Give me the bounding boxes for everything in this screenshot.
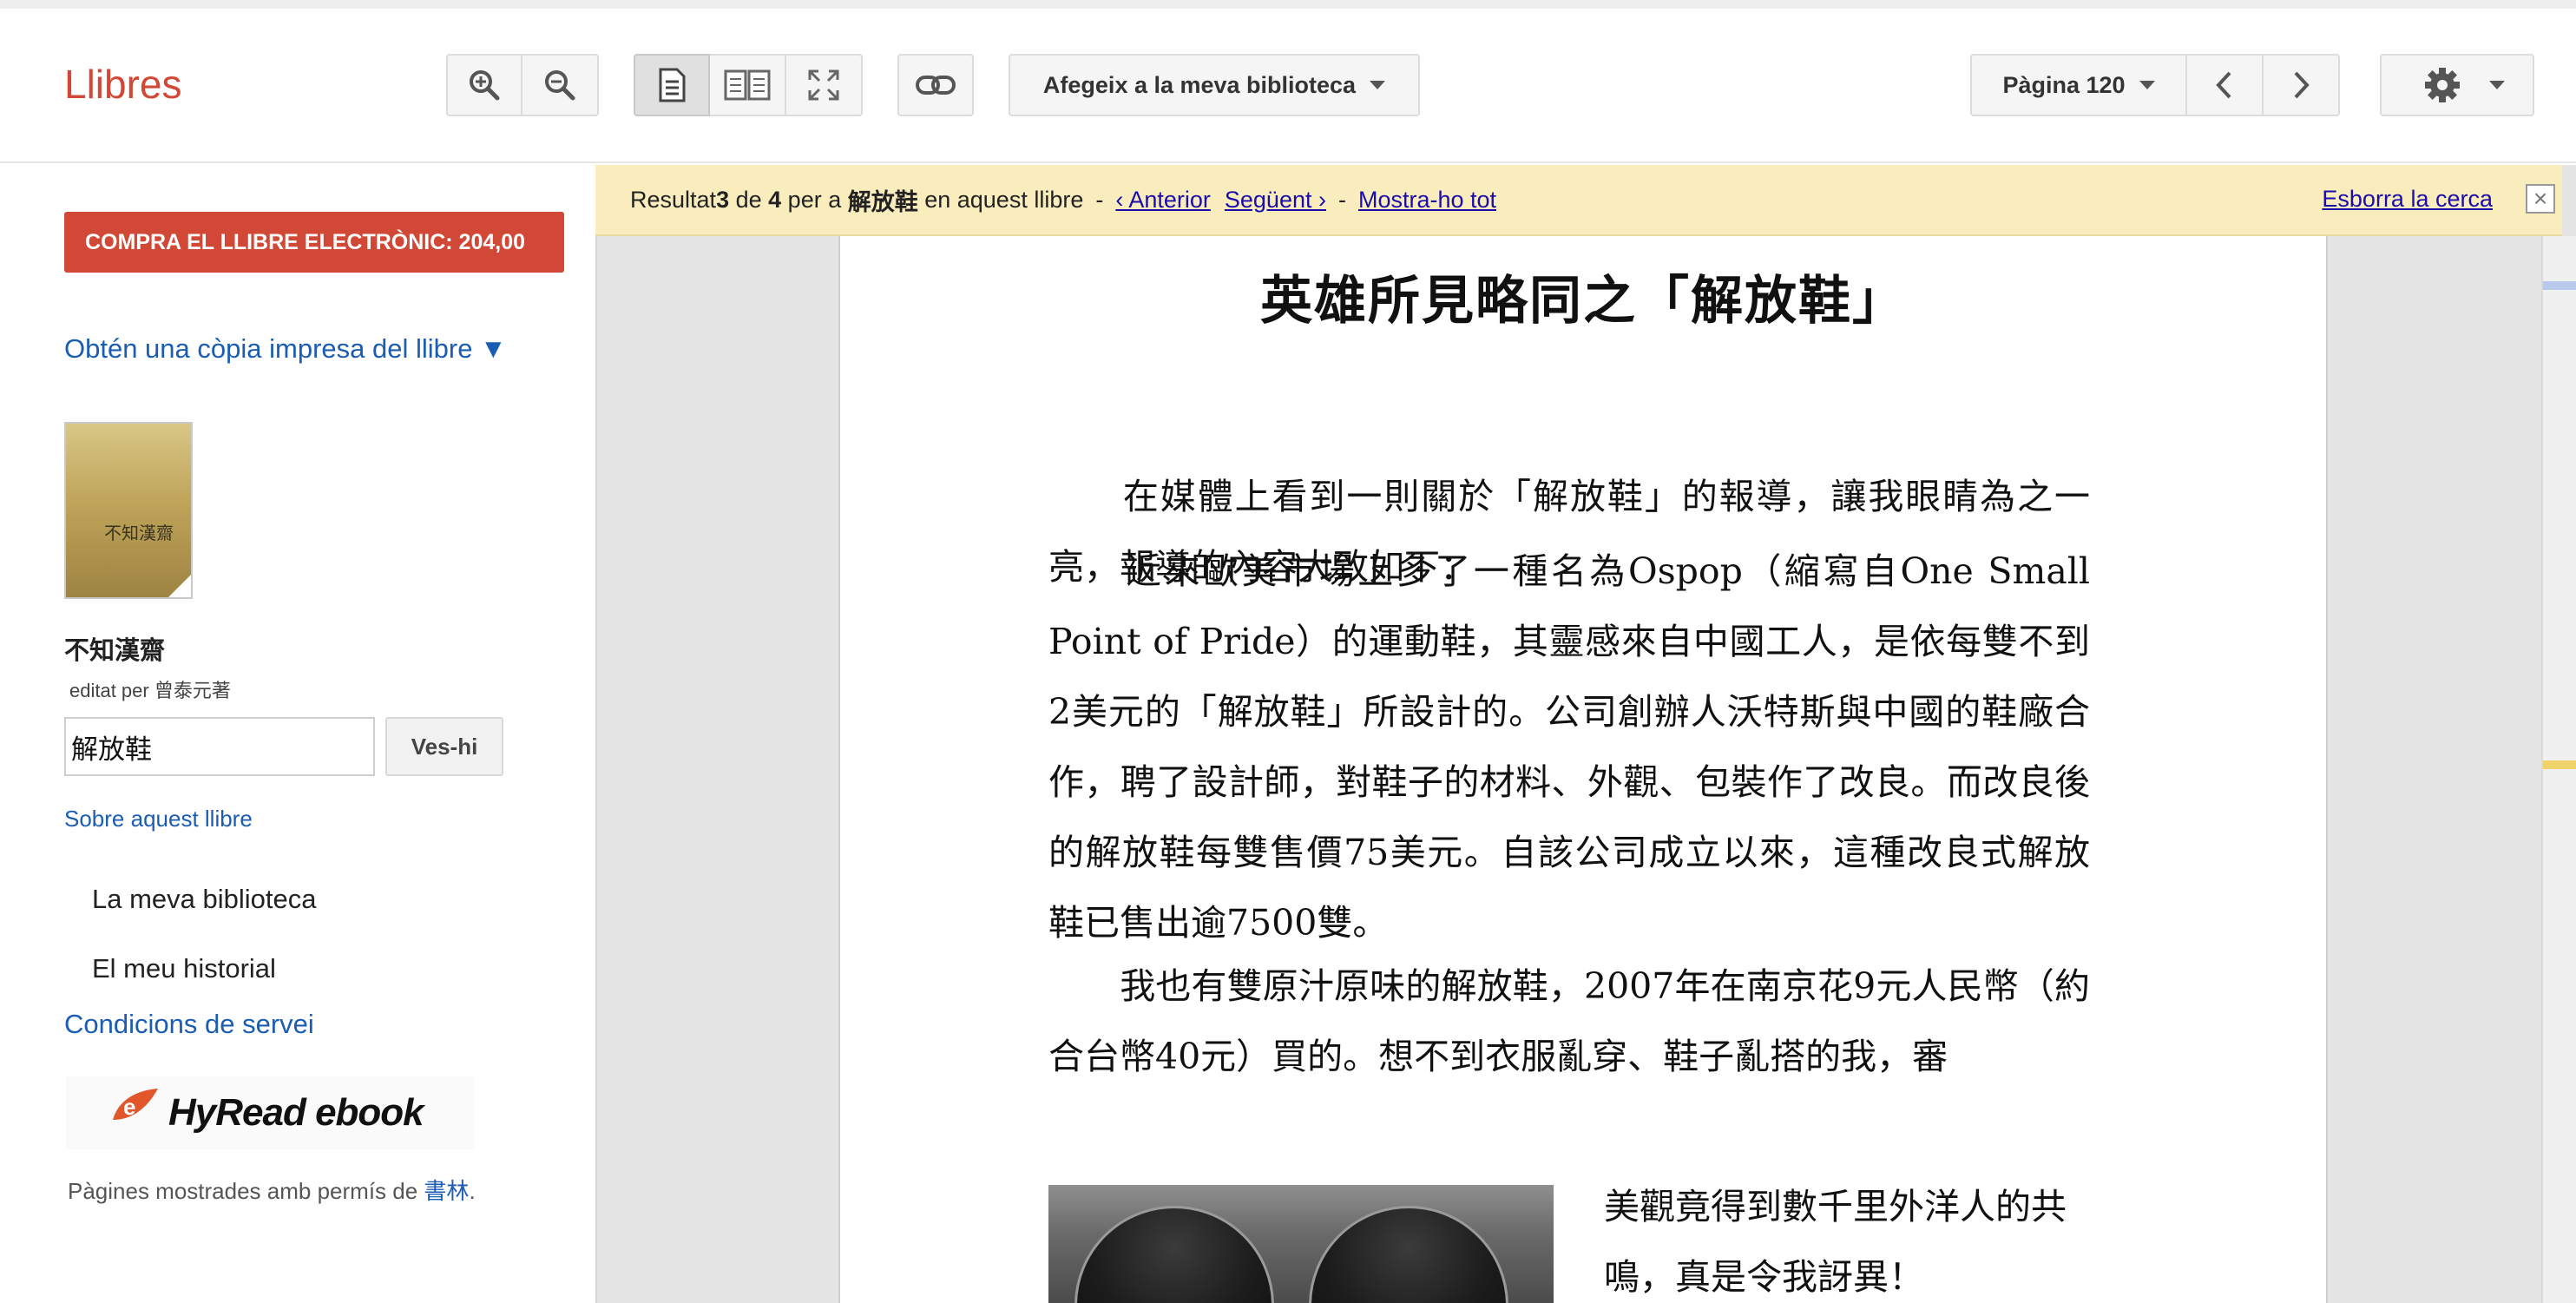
clear-search-link[interactable]: Esborra la cerca: [2322, 186, 2493, 213]
close-icon: ×: [2533, 185, 2548, 212]
next-result-link[interactable]: Següent ›: [1225, 187, 1326, 214]
page-heading: 英雄所見略同之「解放鞋」: [1260, 271, 1906, 332]
cover-title: 不知漢齋: [104, 523, 174, 543]
viewer-scrollbar[interactable]: [2541, 236, 2576, 1303]
link-button[interactable]: [897, 54, 974, 116]
caret-down-icon: [1370, 81, 1386, 89]
nav-my-history[interactable]: El meu historial: [92, 953, 276, 984]
previous-result-link[interactable]: ‹ Anterior: [1115, 187, 1211, 214]
permission-text: Pàgines mostrades amb permís de: [68, 1178, 424, 1204]
about-this-book-link[interactable]: Sobre aquest llibre: [64, 806, 253, 832]
page-select[interactable]: Pàgina 120: [1970, 54, 2187, 116]
page-paragraph-2: 近來歐美市場上多了一種名為Ospop（縮寫自One Small Point of…: [1048, 550, 2090, 944]
book-cover[interactable]: 不知漢齋: [64, 422, 193, 599]
result-total: 4: [768, 186, 782, 213]
terms-of-service-link[interactable]: Condicions de servei: [64, 1009, 314, 1040]
link-icon: [916, 76, 956, 95]
add-to-library-button[interactable]: Afegeix a la meva biblioteca: [1009, 54, 1420, 116]
fullscreen-icon: [808, 69, 839, 101]
chevron-left-icon: [2216, 71, 2231, 99]
chevron-right-icon: [2294, 71, 2310, 99]
separator: -: [1095, 186, 1104, 213]
scroll-result-marker[interactable]: [2543, 281, 2576, 290]
two-page-icon: [724, 69, 771, 101]
books-logo[interactable]: Llibres: [64, 61, 182, 108]
shoes-photo: [1048, 1185, 1554, 1303]
toolbar: Llibres Afegeix a la meva biblioteca Pàg…: [0, 9, 2576, 163]
cover-fold: [168, 575, 191, 597]
permission-note: Pàgines mostrades amb permís de 書林.: [68, 1174, 476, 1206]
next-page-button[interactable]: [2264, 54, 2340, 116]
right-shoe-graphic: [1309, 1206, 1508, 1303]
zoom-out-button[interactable]: [522, 54, 599, 116]
publisher-link[interactable]: 書林: [424, 1178, 469, 1204]
search-go-button[interactable]: Ves-hi: [385, 717, 503, 776]
svg-text:e: e: [123, 1094, 135, 1120]
result-query: 解放鞋: [847, 188, 918, 215]
add-to-library-label: Afegeix a la meva biblioteca: [1042, 71, 1357, 98]
result-current: 3: [716, 186, 730, 213]
result-prefix: Resultat: [630, 186, 717, 213]
get-print-copy-link[interactable]: Obtén una còpia impresa del llibre ▼: [64, 333, 507, 365]
book-page: 英雄所見略同之「解放鞋」 在媒體上看到一則關於「解放鞋」的報導，讓我眼睛為之一亮…: [838, 236, 2328, 1303]
top-strip: [0, 0, 2576, 9]
hyread-ebook-logo[interactable]: e HyRead ebook: [66, 1076, 474, 1149]
fullscreen-button[interactable]: [786, 54, 863, 116]
buy-ebook-button[interactable]: COMPRA EL LLIBRE ELECTRÒNIC: 204,00: [64, 212, 564, 273]
left-shoe-graphic: [1074, 1206, 1274, 1303]
single-page-view-button[interactable]: [634, 54, 710, 116]
previous-page-button[interactable]: [2187, 54, 2264, 116]
caret-down-icon: [2139, 81, 2155, 89]
close-search-bar-button[interactable]: ×: [2526, 184, 2555, 214]
zoom-in-button[interactable]: [446, 54, 522, 116]
page-paragraph-3: 我也有雙原汁原味的解放鞋，2007年在南京花9元人民幣（約合台幣40元）買的。想…: [1048, 965, 2090, 1077]
zoom-in-icon: [470, 70, 500, 101]
search-results-bar: Resultat 3 de 4 per a 解放鞋 en aquest llib…: [595, 165, 2562, 236]
separator: -: [1337, 186, 1346, 213]
hyread-wordmark: HyRead ebook: [168, 1091, 424, 1134]
result-per-a: per a: [781, 186, 848, 213]
page-side-text: 美觀竟得到數千里外洋人的共鳴，真是令我訝異！: [1604, 1186, 2067, 1298]
result-of: de: [729, 186, 769, 213]
page-select-label: Pàgina 120: [2002, 71, 2126, 98]
single-page-icon: [659, 68, 686, 102]
book-editor: editat per 曾泰元著: [69, 680, 231, 701]
book-title: 不知漢齋: [64, 637, 166, 665]
two-page-view-button[interactable]: [710, 54, 786, 116]
search-in-book-input[interactable]: 解放鞋: [64, 717, 375, 776]
caret-down-icon: [2489, 81, 2505, 89]
hyread-leaf-icon: e: [113, 1089, 158, 1120]
nav-my-library[interactable]: La meva biblioteca: [92, 884, 317, 915]
scroll-current-result-marker[interactable]: [2543, 760, 2576, 769]
permission-period: .: [469, 1178, 476, 1204]
show-all-results-link[interactable]: Mostra-ho tot: [1358, 187, 1496, 214]
settings-button[interactable]: [2380, 54, 2534, 116]
result-in-book: en aquest llibre: [917, 186, 1084, 213]
gear-icon: [2425, 68, 2460, 102]
zoom-out-icon: [545, 70, 575, 101]
